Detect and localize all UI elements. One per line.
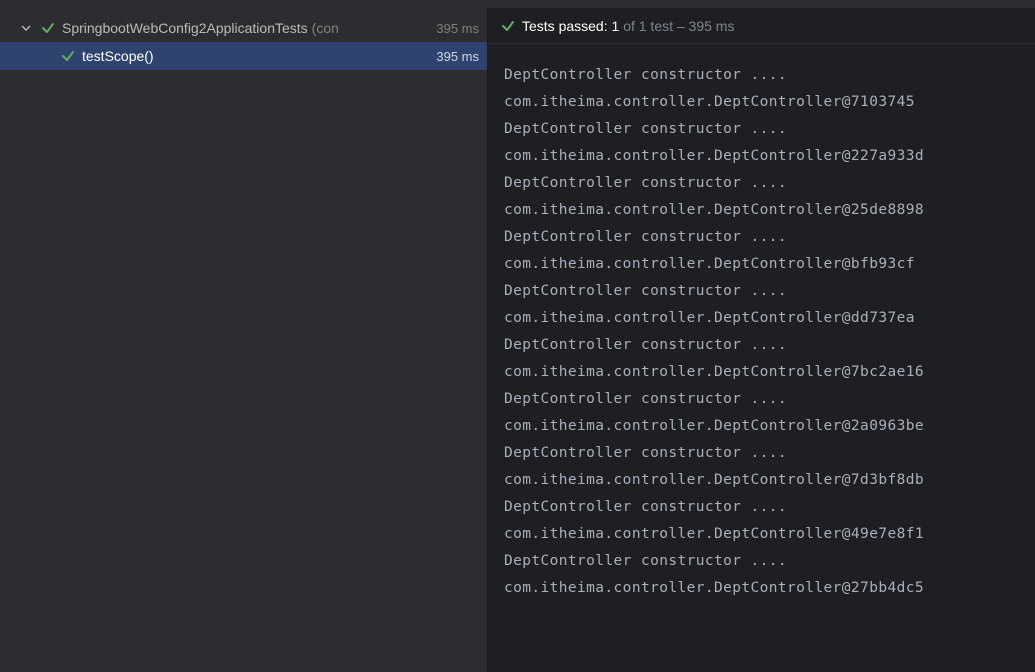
status-count: 1 xyxy=(612,18,620,34)
test-pass-icon xyxy=(40,20,56,36)
console-output[interactable]: DeptController constructor ....com.ithei… xyxy=(488,44,1035,672)
test-output-panel: Tests passed: 1 of 1 test – 395 ms DeptC… xyxy=(488,8,1035,672)
run-toolbar[interactable] xyxy=(0,0,1035,8)
console-line: com.itheima.controller.DeptController@dd… xyxy=(504,305,1019,332)
test-pass-icon xyxy=(500,18,516,34)
console-line: DeptController constructor .... xyxy=(504,494,1019,521)
console-line: com.itheima.controller.DeptController@22… xyxy=(504,143,1019,170)
main-panel: SpringbootWebConfig2ApplicationTests (co… xyxy=(0,8,1035,672)
chevron-down-icon[interactable] xyxy=(18,20,34,36)
console-line: DeptController constructor .... xyxy=(504,116,1019,143)
console-line: com.itheima.controller.DeptController@bf… xyxy=(504,251,1019,278)
console-line: com.itheima.controller.DeptController@25… xyxy=(504,197,1019,224)
console-line: DeptController constructor .... xyxy=(504,224,1019,251)
console-line: com.itheima.controller.DeptController@71… xyxy=(504,89,1019,116)
test-method-name: testScope() xyxy=(82,48,154,64)
console-line: DeptController constructor .... xyxy=(504,278,1019,305)
console-line: DeptController constructor .... xyxy=(504,170,1019,197)
console-line: DeptController constructor .... xyxy=(504,62,1019,89)
console-line: com.itheima.controller.DeptController@7d… xyxy=(504,467,1019,494)
test-class-name: SpringbootWebConfig2ApplicationTests xyxy=(62,20,308,36)
test-tree[interactable]: SpringbootWebConfig2ApplicationTests (co… xyxy=(0,8,487,672)
console-line: com.itheima.controller.DeptController@7b… xyxy=(504,359,1019,386)
test-pass-icon xyxy=(60,48,76,64)
status-prefix: Tests passed: xyxy=(522,18,608,34)
test-class-duration: 395 ms xyxy=(436,21,479,36)
console-line: com.itheima.controller.DeptController@49… xyxy=(504,521,1019,548)
console-line: DeptController constructor .... xyxy=(504,386,1019,413)
test-status-bar: Tests passed: 1 of 1 test – 395 ms xyxy=(488,8,1035,44)
test-method-row[interactable]: testScope() 395 ms xyxy=(0,42,487,70)
console-line: DeptController constructor .... xyxy=(504,548,1019,575)
tests-passed-label: Tests passed: 1 of 1 test – 395 ms xyxy=(522,18,734,34)
console-line: DeptController constructor .... xyxy=(504,440,1019,467)
test-method-duration: 395 ms xyxy=(436,49,479,64)
test-class-stats: (con xyxy=(312,20,339,36)
test-tree-panel: SpringbootWebConfig2ApplicationTests (co… xyxy=(0,8,488,672)
status-suffix: of 1 test – 395 ms xyxy=(623,18,734,34)
console-line: DeptController constructor .... xyxy=(504,332,1019,359)
console-line: com.itheima.controller.DeptController@27… xyxy=(504,575,1019,602)
console-line: com.itheima.controller.DeptController@2a… xyxy=(504,413,1019,440)
test-class-row[interactable]: SpringbootWebConfig2ApplicationTests (co… xyxy=(0,14,487,42)
